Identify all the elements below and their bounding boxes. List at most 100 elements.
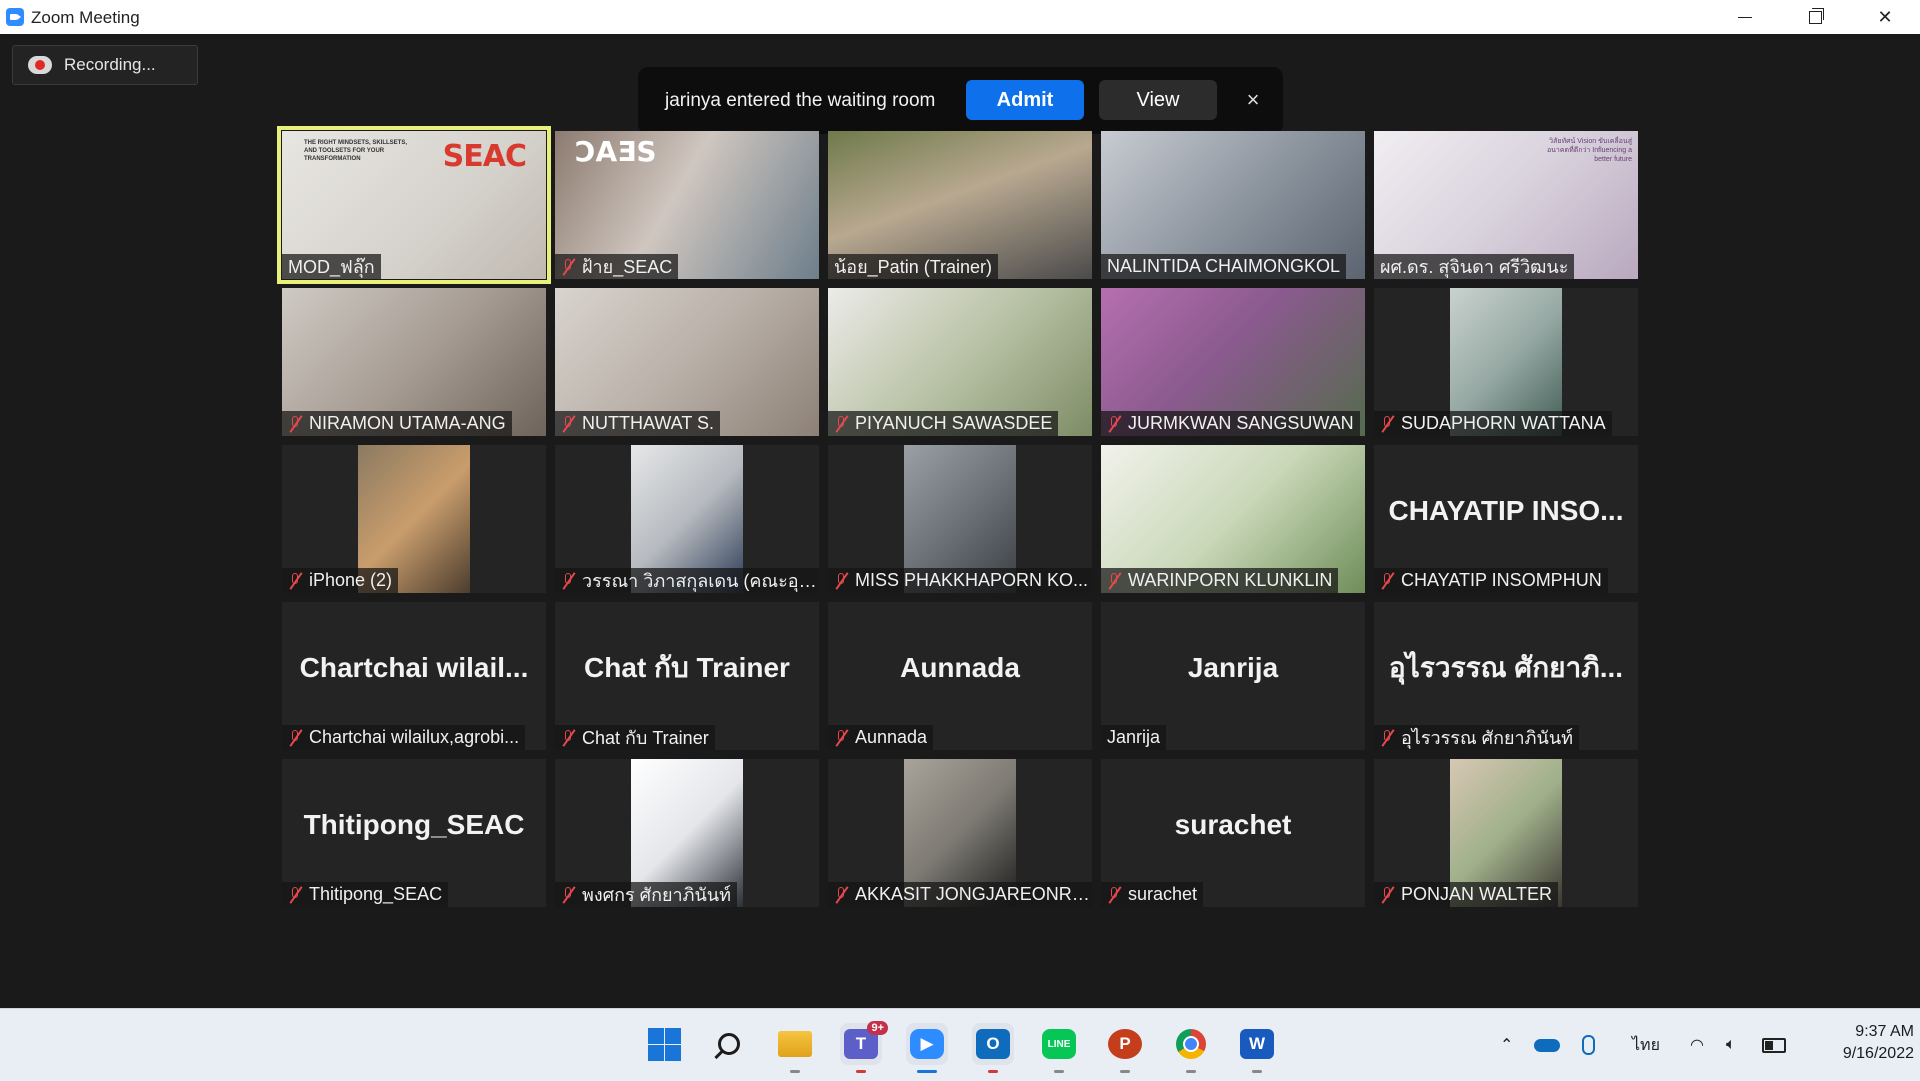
clock-time: 9:37 AM <box>1855 1023 1914 1040</box>
file-explorer-icon[interactable] <box>774 1023 816 1073</box>
word-icon[interactable]: W <box>1236 1023 1278 1073</box>
teams-icon[interactable]: T 9+ <box>840 1021 888 1073</box>
participant-name-label: ฝ้าย_SEAC <box>555 254 679 279</box>
chrome-icon[interactable] <box>1170 1023 1212 1073</box>
teams-badge: 9+ <box>867 1021 888 1035</box>
participant-tile[interactable]: SUDAPHORN WATTANA <box>1374 288 1638 436</box>
restore-button[interactable] <box>1780 0 1850 34</box>
participant-name-label: PIYANUCH SAWASDEE <box>828 411 1059 436</box>
participant-name: Janrija <box>1107 727 1161 747</box>
close-window-button[interactable]: ✕ <box>1850 0 1920 34</box>
participant-tile[interactable]: AKKASIT JONGJAREONRAK <box>828 759 1092 907</box>
participant-tile[interactable]: NIRAMON UTAMA-ANG <box>282 288 546 436</box>
participant-name-label: Chartchai wilailux,agrobi... <box>282 725 526 750</box>
minimize-button[interactable] <box>1710 0 1780 34</box>
participant-tile[interactable]: JURMKWAN SANGSUWAN <box>1101 288 1365 436</box>
taskbar: T 9+ ▶ O LINE P W ⌃ ไทย ◠ 🔈︎ 9:37 AM 9/16… <box>0 1008 1920 1081</box>
participant-tile[interactable]: น้อย_Patin (Trainer) <box>828 131 1092 279</box>
participant-tile[interactable]: NUTTHAWAT S. <box>555 288 819 436</box>
participant-name: PONJAN WALTER <box>1401 884 1553 904</box>
mic-muted-icon <box>561 572 575 590</box>
participant-name-label: ผศ.ดร. สุจินดา ศรีวิฒนะ <box>1374 254 1575 279</box>
admit-button[interactable]: Admit <box>966 80 1084 120</box>
onedrive-icon[interactable] <box>1534 1009 1560 1081</box>
participant-name-label: surachet <box>1101 882 1204 907</box>
participant-tile[interactable]: Chartchai wilail... Chartchai wilailux,ag… <box>282 602 546 750</box>
participant-name-label: NIRAMON UTAMA-ANG <box>282 411 512 436</box>
participant-display-name: CHAYATIP INSO... <box>1388 495 1624 526</box>
vision-banner: วิสัยทัศน์ Vision ขับเคลื่อนสู่อนาคตที่ด… <box>1546 138 1632 163</box>
minimize-icon <box>1738 16 1752 18</box>
mic-muted-icon <box>1380 415 1394 433</box>
participant-tile[interactable]: อุไรวรรณ ศักยาภิ... อุไรวรรณ ศักยาภินันท์ <box>1374 602 1638 750</box>
participant-name: ผศ.ดร. สุจินดา ศรีวิฒนะ <box>1380 257 1569 277</box>
participant-display-name: Chat กับ Trainer <box>584 652 790 683</box>
mic-muted-icon <box>288 415 302 433</box>
clock-date: 9/16/2022 <box>1842 1045 1914 1062</box>
outlook-icon[interactable]: O <box>972 1023 1014 1073</box>
mic-muted-icon <box>561 415 575 433</box>
participant-name-label: พงศกร ศักยาภินันท์ <box>555 882 737 907</box>
participant-tile[interactable]: iPhone (2) <box>282 445 546 593</box>
participant-name: MOD_ฟลุ๊ก <box>288 257 375 277</box>
participant-tile[interactable]: SEAC THE RIGHT MINDSETS, SKILLSETS, AND T… <box>277 126 551 284</box>
language-indicator[interactable]: ไทย <box>1632 1009 1660 1081</box>
start-icon[interactable] <box>643 1023 685 1065</box>
seac-logo: SEAC <box>442 139 527 174</box>
participant-tile[interactable]: Aunnada Aunnada <box>828 602 1092 750</box>
microphone-icon[interactable] <box>1582 1009 1595 1081</box>
participant-display-name: Aunnada <box>900 652 1020 683</box>
participant-tile[interactable]: Chat กับ Trainer Chat กับ Trainer <box>555 602 819 750</box>
participant-tile[interactable]: CHAYATIP INSO... CHAYATIP INSOMPHUN <box>1374 445 1638 593</box>
participant-tile[interactable]: NALINTIDA CHAIMONGKOL <box>1101 131 1365 279</box>
volume-icon[interactable]: 🔈︎ <box>1726 1009 1736 1081</box>
search-icon[interactable] <box>708 1023 750 1065</box>
zoom-icon[interactable]: ▶ <box>906 1023 948 1073</box>
participant-tile[interactable]: WARINPORN KLUNKLIN <box>1101 445 1365 593</box>
participant-name-label: CHAYATIP INSOMPHUN <box>1374 568 1608 593</box>
participant-name: ฝ้าย_SEAC <box>582 257 673 277</box>
recording-indicator[interactable]: Recording... <box>12 45 198 85</box>
participant-name-label: NUTTHAWAT S. <box>555 411 720 436</box>
mic-muted-icon <box>834 886 848 904</box>
close-icon: ✕ <box>1877 6 1893 27</box>
show-hidden-icons[interactable]: ⌃ <box>1500 1009 1513 1081</box>
participant-name-label: NALINTIDA CHAIMONGKOL <box>1101 254 1347 279</box>
recording-label: Recording... <box>64 55 156 74</box>
mic-muted-icon <box>1380 729 1394 747</box>
participant-name: iPhone (2) <box>309 570 393 590</box>
participant-name: CHAYATIP INSOMPHUN <box>1401 570 1602 590</box>
participant-tile[interactable]: วิสัยทัศน์ Vision ขับเคลื่อนสู่อนาคตที่ด… <box>1374 131 1638 279</box>
mic-muted-icon <box>1107 572 1121 590</box>
battery-icon[interactable] <box>1762 1009 1786 1081</box>
participant-name-label: MISS PHAKKHAPORN KO... <box>828 568 1092 593</box>
participant-tile[interactable]: พงศกร ศักยาภินันท์ <box>555 759 819 907</box>
participant-tile[interactable]: Janrija Janrija <box>1101 602 1365 750</box>
participant-tile[interactable]: PIYANUCH SAWASDEE <box>828 288 1092 436</box>
participant-name: JURMKWAN SANGSUWAN <box>1128 413 1354 433</box>
clock[interactable]: 9:37 AM 9/16/2022 <box>1804 1021 1914 1065</box>
line-icon[interactable]: LINE <box>1038 1023 1080 1073</box>
mic-muted-icon <box>288 886 302 904</box>
mic-muted-icon <box>561 886 575 904</box>
window-title: Zoom Meeting <box>31 8 140 27</box>
participant-display-name: อุไรวรรณ ศักยาภิ... <box>1388 652 1624 683</box>
zoom-app-icon <box>6 8 24 26</box>
participant-name: SUDAPHORN WATTANA <box>1401 413 1606 433</box>
powerpoint-icon[interactable]: P <box>1104 1023 1146 1073</box>
participant-tile[interactable]: MISS PHAKKHAPORN KO... <box>828 445 1092 593</box>
participant-tile[interactable]: วรรณา วิภาสกุลเดน (คณะอุต... <box>555 445 819 593</box>
participant-tile[interactable]: surachet surachet <box>1101 759 1365 907</box>
mic-muted-icon <box>1380 572 1394 590</box>
view-button[interactable]: View <box>1099 80 1217 120</box>
participant-name-label: Aunnada <box>828 725 934 750</box>
participant-display-name: Chartchai wilail... <box>299 652 529 683</box>
restore-icon <box>1808 7 1824 24</box>
wifi-icon[interactable]: ◠ <box>1690 1009 1704 1081</box>
participant-tile[interactable]: PONJAN WALTER <box>1374 759 1638 907</box>
close-notification-button[interactable]: × <box>1238 85 1268 115</box>
participant-name-label: Thitipong_SEAC <box>282 882 449 907</box>
participant-tile[interactable]: Thitipong_SEAC Thitipong_SEAC <box>282 759 546 907</box>
participant-name-label: WARINPORN KLUNKLIN <box>1101 568 1339 593</box>
participant-tile[interactable]: ƆAƎS ฝ้าย_SEAC <box>555 131 819 279</box>
